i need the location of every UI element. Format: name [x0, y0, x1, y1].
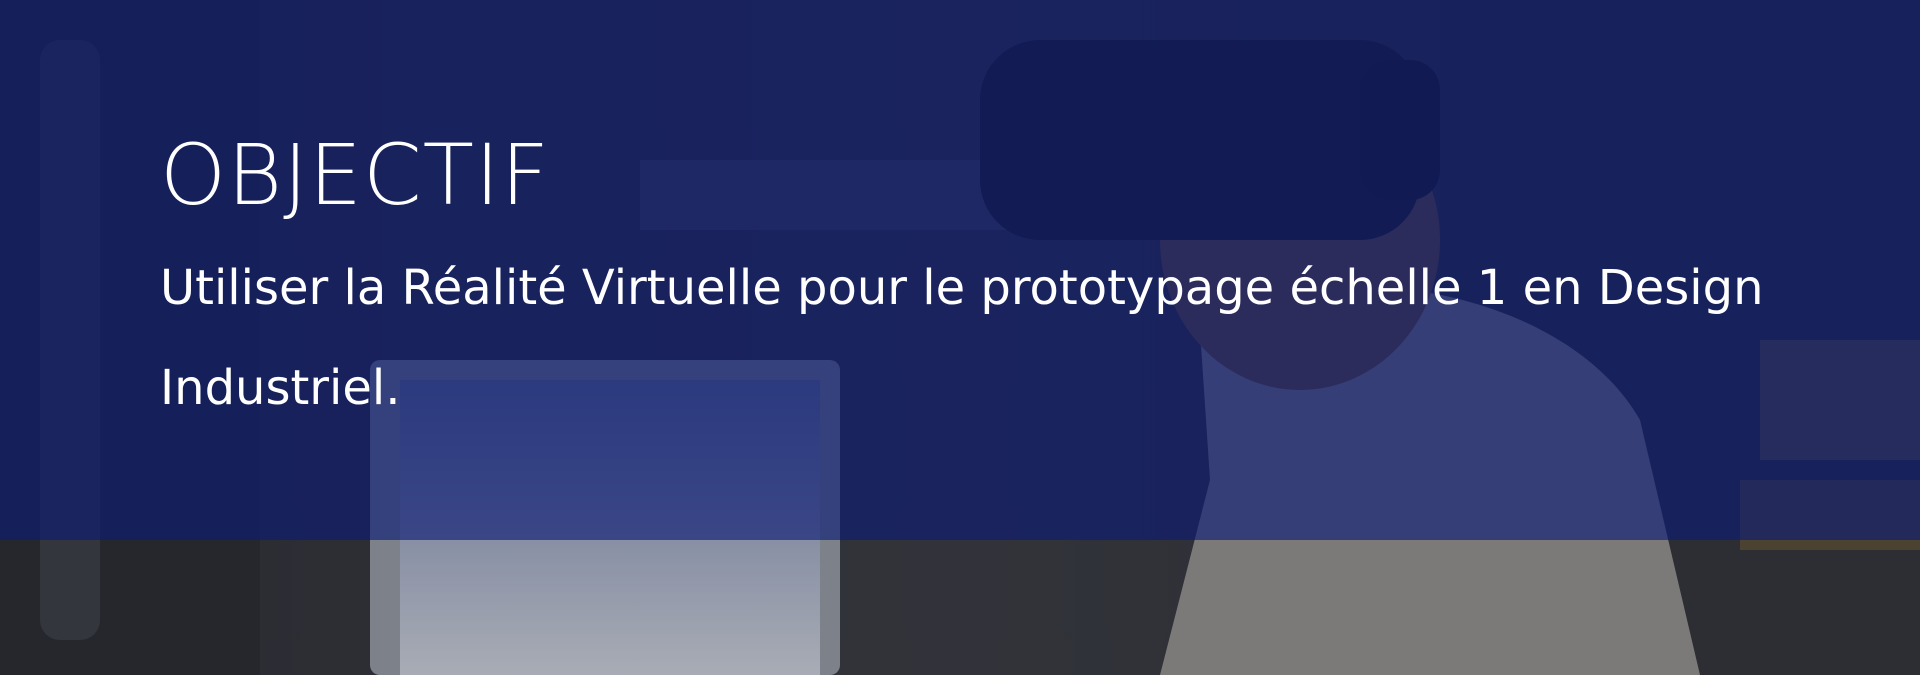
hero-banner: OBJECTIF Utiliser la Réalité Virtuelle p… — [0, 0, 1920, 675]
hero-content: OBJECTIF Utiliser la Réalité Virtuelle p… — [160, 120, 1860, 438]
hero-subtitle: Utiliser la Réalité Virtuelle pour le pr… — [160, 260, 1764, 416]
hero-title: OBJECTIF — [160, 126, 551, 224]
bottom-overlay — [0, 540, 1920, 675]
